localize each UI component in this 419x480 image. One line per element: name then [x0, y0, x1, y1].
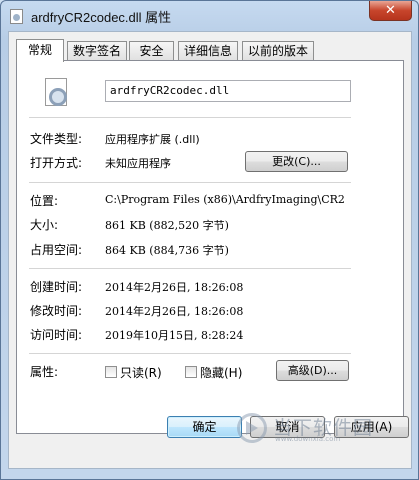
size-on-disk-value: 864 KB (884,736 字节) [105, 244, 229, 257]
modified-value: 2014年2月26日, 18:26:08 [105, 305, 244, 318]
close-icon: ✕ [385, 3, 396, 18]
accessed-label: 访问时间: [30, 328, 83, 342]
cancel-button[interactable]: 取消 [250, 416, 325, 438]
created-value: 2014年2月26日, 18:26:08 [105, 281, 244, 294]
open-with-label: 打开方式: [30, 156, 83, 170]
dll-file-icon [45, 78, 67, 106]
tab-security[interactable]: 安全 [129, 41, 174, 60]
hidden-label[interactable]: 隐藏(H) [200, 364, 242, 381]
general-tab-panel: ardfryCR2codec.dll 文件类型: 应用程序扩展 (.dll) 打… [16, 60, 404, 434]
readonly-label[interactable]: 只读(R) [120, 364, 162, 381]
separator [29, 182, 351, 183]
size-on-disk-label: 占用空间: [30, 243, 83, 257]
dll-file-icon [10, 9, 23, 24]
location-label: 位置: [30, 194, 59, 208]
window-title: ardfryCR2codec.dll 属性 [31, 10, 172, 25]
separator [29, 268, 351, 269]
tab-general[interactable]: 常规 [16, 39, 64, 62]
attributes-label: 属性: [30, 365, 59, 379]
apply-button[interactable]: 应用(A) [334, 416, 409, 438]
properties-window: ardfryCR2codec.dll 属性 ✕ 常规 数字签名 安全 详细信息 … [0, 0, 419, 480]
location-value: C:\Program Files (x86)\ArdfryImaging\CR2 [105, 193, 345, 206]
close-button[interactable]: ✕ [369, 1, 412, 21]
tab-details[interactable]: 详细信息 [178, 41, 238, 60]
created-label: 创建时间: [30, 280, 83, 294]
hidden-checkbox[interactable] [185, 366, 197, 378]
modified-label: 修改时间: [30, 304, 83, 318]
open-with-value: 未知应用程序 [105, 157, 171, 170]
separator [29, 353, 351, 354]
readonly-checkbox[interactable] [105, 366, 117, 378]
separator [29, 117, 351, 118]
ok-button[interactable]: 确定 [167, 416, 242, 438]
file-name-field[interactable]: ardfryCR2codec.dll [105, 80, 351, 102]
file-type-value: 应用程序扩展 (.dll) [105, 133, 200, 146]
dialog-body: 常规 数字签名 安全 详细信息 以前的版本 ardfryCR2codec.dll… [8, 31, 412, 469]
advanced-button[interactable]: 高级(D)... [276, 360, 349, 381]
title-bar[interactable]: ardfryCR2codec.dll 属性 ✕ [1, 1, 418, 31]
tab-digital-signatures[interactable]: 数字签名 [67, 41, 127, 60]
tab-previous-versions[interactable]: 以前的版本 [242, 41, 314, 60]
change-button[interactable]: 更改(C)... [245, 151, 348, 172]
size-value: 861 KB (882,520 字节) [105, 219, 229, 232]
accessed-value: 2019年10月15日, 8:28:24 [105, 329, 244, 342]
size-label: 大小: [30, 218, 59, 232]
file-type-label: 文件类型: [30, 132, 83, 146]
